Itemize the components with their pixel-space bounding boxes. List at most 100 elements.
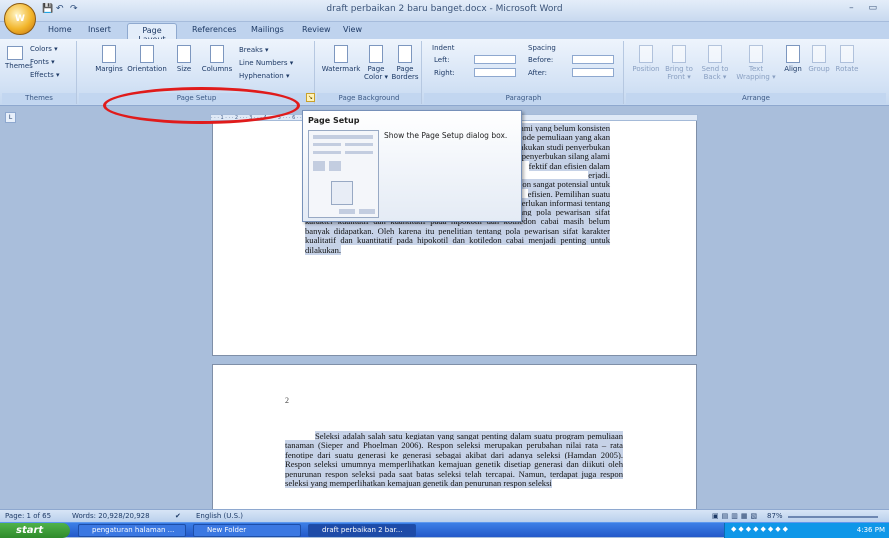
indent-left-input[interactable] [474,55,516,64]
group-icon [812,45,826,63]
tab-mailings[interactable]: Mailings [251,25,284,34]
rotate-label: Rotate [835,65,859,73]
document-page-2[interactable]: 2 Seleksi adalah salah satu kegiatan yan… [212,364,697,510]
position-icon [639,45,653,63]
taskbar-item-pengaturan[interactable]: pengaturan halaman ... [78,524,186,537]
arrange-group-label: Arrange [626,93,886,104]
indent-label: Indent [432,44,455,52]
send-to-back-icon [708,45,722,63]
tab-page-layout[interactable]: Page Layout [127,23,177,44]
page-setup-dialog-launcher[interactable]: ↘ [306,93,315,102]
hyphenation-button[interactable]: Hyphenation ▾ [239,72,289,80]
group-label: Group [808,65,830,73]
tooltip-description: Show the Page Setup dialog box. [384,131,508,140]
arrange-group: Position Bring to Front ▾ Send to Back ▾… [626,41,886,104]
margins-button[interactable]: Margins [93,45,125,73]
zoom-level[interactable]: 87% [767,512,783,520]
word-count[interactable]: Words: 20,928/20,928 [72,512,150,520]
size-button[interactable]: Size [173,45,195,73]
align-label: Align [784,65,802,73]
position-button[interactable]: Position [630,45,662,73]
columns-button[interactable]: Columns [199,45,235,73]
line-numbers-button[interactable]: Line Numbers ▾ [239,59,293,67]
page-borders-icon [398,45,412,63]
spacing-before-input[interactable] [572,55,614,64]
columns-label: Columns [201,65,233,73]
zoom-slider[interactable] [788,516,878,518]
page-borders-label: Page Borders [391,65,419,81]
redo-icon[interactable]: ↷ [70,4,78,18]
tab-review[interactable]: Review [302,25,331,34]
tray-icons[interactable]: ◆◆◆◆◆◆◆◆ [731,525,790,533]
window-title: draft perbaikan 2 baru banget.docx - Mic… [326,4,563,14]
page-color-button[interactable]: Page Color ▾ [363,45,389,81]
text-wrapping-label: Text Wrapping ▾ [736,65,776,81]
system-tray: ◆◆◆◆◆◆◆◆ 4:36 PM [724,523,889,538]
text-wrapping-button[interactable]: Text Wrapping ▾ [736,45,776,81]
page-count[interactable]: Page: 1 of 65 [5,512,51,520]
align-button[interactable]: Align [782,45,804,73]
spacing-after-label: After: [528,69,548,77]
indent-right-input[interactable] [474,68,516,77]
send-to-back-button[interactable]: Send to Back ▾ [698,45,732,81]
spacing-label: Spacing [528,44,556,52]
watermark-icon [334,45,348,63]
tab-references[interactable]: References [192,25,236,34]
themes-label: Themes [5,62,33,70]
taskbar-item-word[interactable]: draft perbaikan 2 bar... [308,524,416,537]
start-button[interactable]: start [0,523,70,538]
language[interactable]: English (U.S.) [196,512,243,520]
selected-text: Seleksi adalah salah satu kegiatan yang … [285,431,623,489]
watermark-button[interactable]: Watermark [321,45,361,73]
colors-button[interactable]: Colors ▾ [30,45,58,53]
text-wrapping-icon [749,45,763,63]
bring-to-front-icon [672,45,686,63]
indent-left-label: Left: [434,56,450,64]
columns-icon [210,45,224,63]
spacing-before-label: Before: [528,56,554,64]
paragraph-group: Indent Left: Right: Spacing Before: Afte… [424,41,624,104]
proofing-icon[interactable]: ✔ [175,512,181,520]
bring-to-front-label: Bring to Front ▾ [665,65,693,81]
page-borders-button[interactable]: Page Borders [391,45,419,81]
indent-right-label: Right: [434,69,455,77]
page-number: 2 [285,396,289,405]
themes-group: Themes Colors ▾ Fonts ▾ Effects ▾ Themes [2,41,77,104]
paragraph-group-label: Paragraph [424,93,623,104]
page-background-group-label: Page Background [317,93,421,104]
spacing-after-input[interactable] [572,68,614,77]
group-button[interactable]: Group [806,45,832,73]
themes-button[interactable]: Themes [5,46,33,70]
view-buttons[interactable]: ▣▤▥▦▧ [712,512,760,520]
bring-to-front-button[interactable]: Bring to Front ▾ [662,45,696,81]
tab-view[interactable]: View [343,25,362,34]
undo-icon[interactable]: ↶ [56,4,64,18]
orientation-icon [140,45,154,63]
taskbar-item-new-folder[interactable]: New Folder [193,524,301,537]
ribbon-tabs: Home Insert Page Layout References Maili… [0,22,889,44]
window-controls[interactable]: – ▭ [849,3,883,13]
breaks-button[interactable]: Breaks ▾ [239,46,269,54]
send-to-back-label: Send to Back ▾ [701,65,729,81]
page-color-label: Page Color ▾ [363,65,388,81]
fonts-button[interactable]: Fonts ▾ [30,58,55,66]
orientation-button[interactable]: Orientation [123,45,171,73]
clock: 4:36 PM [856,526,885,534]
tab-insert[interactable]: Insert [88,25,111,34]
effects-button[interactable]: Effects ▾ [30,71,60,79]
dialog-preview-image [308,130,379,218]
taskbar: start pengaturan halaman ... New Folder … [0,522,889,538]
themes-group-label: Themes [2,93,76,104]
office-button[interactable]: W [4,3,36,35]
highlight-annotation [103,87,300,124]
size-icon [177,45,191,63]
size-label: Size [176,65,192,73]
save-icon[interactable]: 💾 [42,4,53,18]
status-bar: Page: 1 of 65 Words: 20,928/20,928 ✔ Eng… [0,509,889,522]
tab-home[interactable]: Home [48,25,72,34]
office-logo: W [15,14,25,24]
position-label: Position [632,65,660,73]
rotate-button[interactable]: Rotate [834,45,860,73]
margins-icon [102,45,116,63]
ruler-toggle-button[interactable]: L [5,112,16,123]
